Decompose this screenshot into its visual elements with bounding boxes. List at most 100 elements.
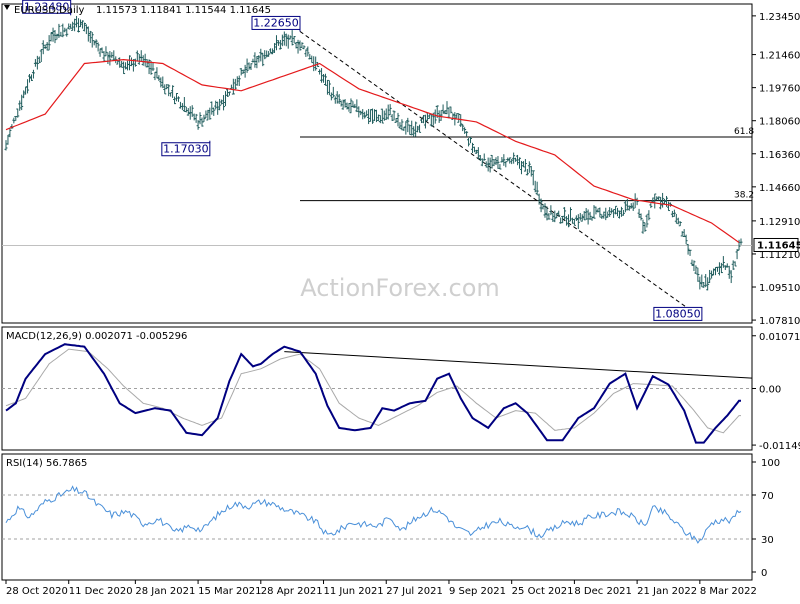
price-bar [465,131,469,137]
price-bar [214,100,218,110]
price-bar [167,84,171,97]
price-bar [96,42,100,52]
annotation-swing-low: 1.08050 [653,306,703,321]
price-bar [359,110,363,116]
price-bar [700,274,704,288]
price-bar [541,204,545,210]
price-bar [290,30,294,46]
price-bar [729,270,733,284]
price-bar [141,55,145,66]
price-bar [525,168,529,176]
price-bar [572,218,576,226]
price-bar [231,78,235,95]
price-bar [216,101,220,115]
price-bar [427,114,431,120]
macd-path [5,343,741,444]
price-bar [300,42,304,49]
price-bar [282,31,286,46]
price-bar [637,208,641,218]
price-bar [535,181,539,196]
annotation-swing-low: 1.17030 [161,140,211,157]
annotation-label: 1.08050 [655,307,701,320]
price-tick-label: 1.07810 [759,316,800,327]
macd-tick-label: 0.010719 [759,332,800,343]
price-bar [263,50,267,60]
price-tick-label: 1.18060 [759,117,800,128]
price-bar [623,200,627,213]
price-bar [204,110,208,119]
price-bar [63,27,67,33]
price-bar [355,99,359,113]
price-bar [576,214,580,229]
price-bar [331,86,335,98]
price-bar [249,63,253,71]
price-bar [206,109,210,121]
price-bar [486,157,490,172]
price-bar [657,196,661,201]
price-bar [139,50,143,62]
price-bar [649,203,653,209]
macd-main-line [5,343,741,444]
price-bar [155,67,159,79]
price-bar [410,120,414,136]
price-tick-label: 1.21460 [759,51,800,62]
price-bar [439,110,443,121]
price-bar [706,277,710,291]
price-bar [449,106,453,114]
last-price-label: 1.11645 [757,240,800,251]
last-price-marker: 1.11645 [753,237,800,252]
price-bar [543,203,547,218]
price-bar [198,112,202,125]
price-bar [523,159,527,172]
price-bar [61,23,65,38]
price-bar [39,49,43,63]
price-bar [369,109,373,122]
price-bar [347,103,351,112]
price-bar [382,110,386,121]
price-bar [47,35,51,51]
price-bar [441,104,445,114]
symbol-label: EURUSD,Daily [14,5,85,16]
price-bar [59,31,63,37]
price-bar [118,57,122,68]
price-bar [696,267,700,282]
price-bar [714,266,718,276]
annotation-swing-high: 1.22650 [251,15,301,32]
price-bar [318,69,322,75]
price-bar [161,76,165,89]
price-bar [371,108,375,124]
price-bar [461,124,465,132]
rsi-tick-label: 0 [761,568,767,579]
x-tick-label: 11 Jun 2021 [324,586,384,597]
price-bar [504,161,508,168]
price-bar [467,138,471,147]
price-bar [227,91,231,96]
price-tick-label: 1.16360 [759,150,800,161]
price-bar [90,32,94,48]
macd-tick-label: 0.00 [759,385,781,396]
price-bar [151,63,155,71]
price-bar [88,30,92,44]
price-bar [86,26,90,42]
price-bar [45,42,49,51]
price-bar [514,157,518,162]
price-bar [349,98,353,114]
price-bar [294,42,298,49]
price-bar [645,214,649,228]
collapse-triangle-icon[interactable] [4,5,10,10]
price-bar [135,50,139,62]
price-bar [71,21,75,31]
price-bar [717,262,721,276]
sma-line [5,58,740,243]
rsi-grid [2,494,752,540]
price-bar [322,73,326,83]
price-bar [367,108,371,125]
price-bar [598,207,602,218]
price-bar [672,209,676,217]
price-bar [269,48,273,54]
price-bar [396,112,400,127]
macd-tick-label: -0.011499 [759,441,800,452]
x-axis: 28 Oct 2020 11 Dec 2020 28 Jan 2021 15 Mar … [5,580,757,597]
rsi-title: RSI(14) 56.7865 [6,458,87,469]
macd-title: MACD(12,26,9) 0.002071 -0.005296 [6,331,187,342]
